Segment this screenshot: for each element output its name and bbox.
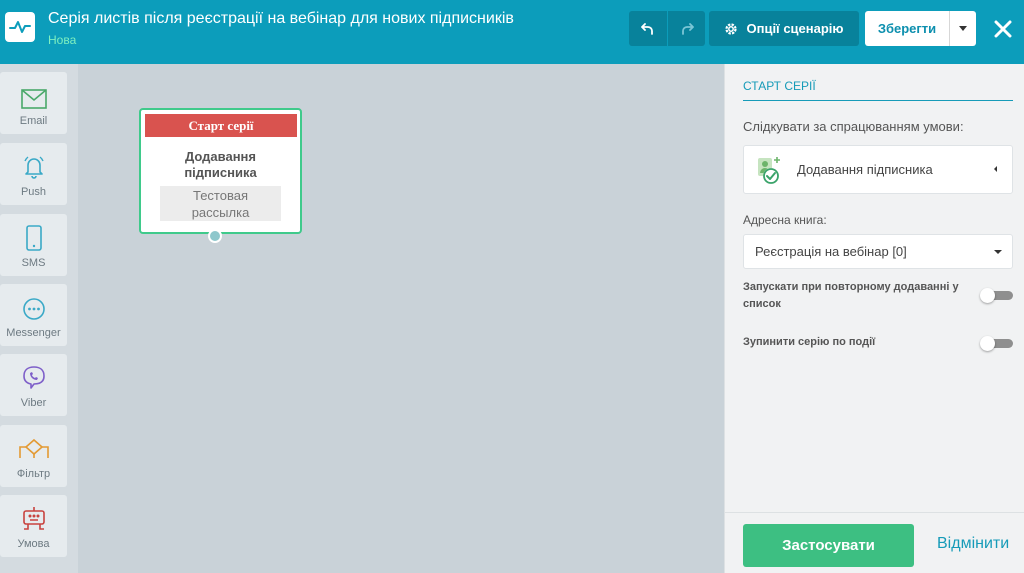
tool-sms[interactable]: SMS: [0, 214, 67, 276]
scenario-status: Нова: [48, 33, 77, 47]
rerun-on-readd-label-line2: список: [743, 298, 781, 310]
node-subtitle: Тестовая рассылка: [160, 186, 281, 221]
close-button[interactable]: [990, 16, 1016, 42]
scenario-options-button[interactable]: Опції сценарію: [709, 11, 859, 46]
close-icon: [994, 20, 1012, 38]
node-header: Старт серії: [145, 114, 297, 137]
undo-icon: [641, 22, 653, 35]
chat-bubble-icon: [22, 298, 45, 320]
tool-filter[interactable]: Фільтр: [0, 425, 67, 487]
tool-push-label: Push: [20, 186, 47, 198]
tools-sidebar: Email Push SMS Messenger Viber Фільтр Ум…: [0, 64, 78, 573]
node-title-line1: Додавання: [184, 149, 256, 164]
addressbook-label: Адресна книга:: [743, 213, 827, 227]
rerun-on-readd-label-line1: Запускати при повторному додаванні у: [743, 281, 959, 293]
caret-down-icon: [994, 250, 1002, 254]
gear-icon: [725, 22, 738, 35]
rerun-on-readd-label: Запускати при повторному додаванні у спи…: [743, 279, 971, 313]
tool-sms-label: SMS: [21, 257, 46, 269]
panel-title-divider: [743, 100, 1013, 101]
tool-condition[interactable]: Умова: [0, 495, 67, 557]
follow-condition-label: Слідкувати за спрацюванням умови:: [743, 119, 964, 134]
condition-value: Додавання підписника: [797, 162, 933, 177]
viber-icon: [22, 366, 45, 389]
phone-icon: [25, 225, 42, 251]
undo-button[interactable]: [629, 11, 667, 46]
rerun-on-readd-toggle[interactable]: [980, 288, 1013, 303]
tool-email[interactable]: Email: [0, 72, 67, 134]
toggle-knob: [980, 288, 995, 303]
add-subscriber-icon: [758, 157, 780, 184]
tool-email-label: Email: [19, 115, 48, 127]
apply-button[interactable]: Застосувати: [743, 524, 914, 567]
stop-series-toggle[interactable]: [980, 336, 1013, 351]
app-logo-icon[interactable]: [5, 12, 35, 42]
tool-condition-label: Умова: [17, 538, 50, 550]
caret-down-icon: [959, 26, 967, 31]
stop-series-label: Зупинити серію по події: [743, 336, 876, 348]
panel-title: Старт серії: [743, 79, 816, 93]
condition-select[interactable]: Додавання підписника: [743, 145, 1013, 194]
scenario-options-label: Опції сценарію: [746, 21, 844, 36]
scenario-title: Серія листів після реєстрації на вебінар…: [48, 10, 514, 27]
tool-messenger[interactable]: Messenger: [0, 284, 67, 346]
tool-viber-label: Viber: [20, 397, 47, 409]
node-sub-line1: Тестовая: [192, 188, 248, 203]
start-series-node[interactable]: Старт серії Додавання підписника Тестова…: [139, 108, 302, 234]
save-button[interactable]: Зберегти: [865, 11, 949, 46]
caret-left-icon: [994, 166, 997, 172]
node-title: Додавання підписника: [141, 149, 300, 181]
tool-messenger-label: Messenger: [6, 327, 61, 339]
save-dropdown-button[interactable]: [949, 11, 976, 46]
cancel-link[interactable]: Відмінити: [937, 535, 1009, 553]
filter-icon: [18, 438, 49, 458]
condition-icon: [22, 507, 45, 530]
envelope-icon: [20, 89, 47, 109]
settings-panel: Старт серії Слідкувати за спрацюванням у…: [724, 64, 1024, 573]
node-sub-line2: рассылка: [191, 205, 250, 220]
tool-push[interactable]: Push: [0, 143, 67, 205]
tool-viber[interactable]: Viber: [0, 354, 67, 416]
toggle-knob: [980, 336, 995, 351]
top-bar: Серія листів після реєстрації на вебінар…: [0, 0, 1024, 64]
node-output-port[interactable]: [208, 229, 222, 243]
bell-icon: [23, 156, 44, 179]
addressbook-value: Реєстрація на вебінар [0]: [755, 244, 907, 259]
node-title-line2: підписника: [184, 165, 257, 180]
redo-button[interactable]: [668, 11, 705, 46]
panel-footer-divider: [725, 512, 1024, 513]
redo-icon: [681, 22, 694, 35]
tool-filter-label: Фільтр: [16, 468, 51, 480]
addressbook-select[interactable]: Реєстрація на вебінар [0]: [743, 234, 1013, 269]
